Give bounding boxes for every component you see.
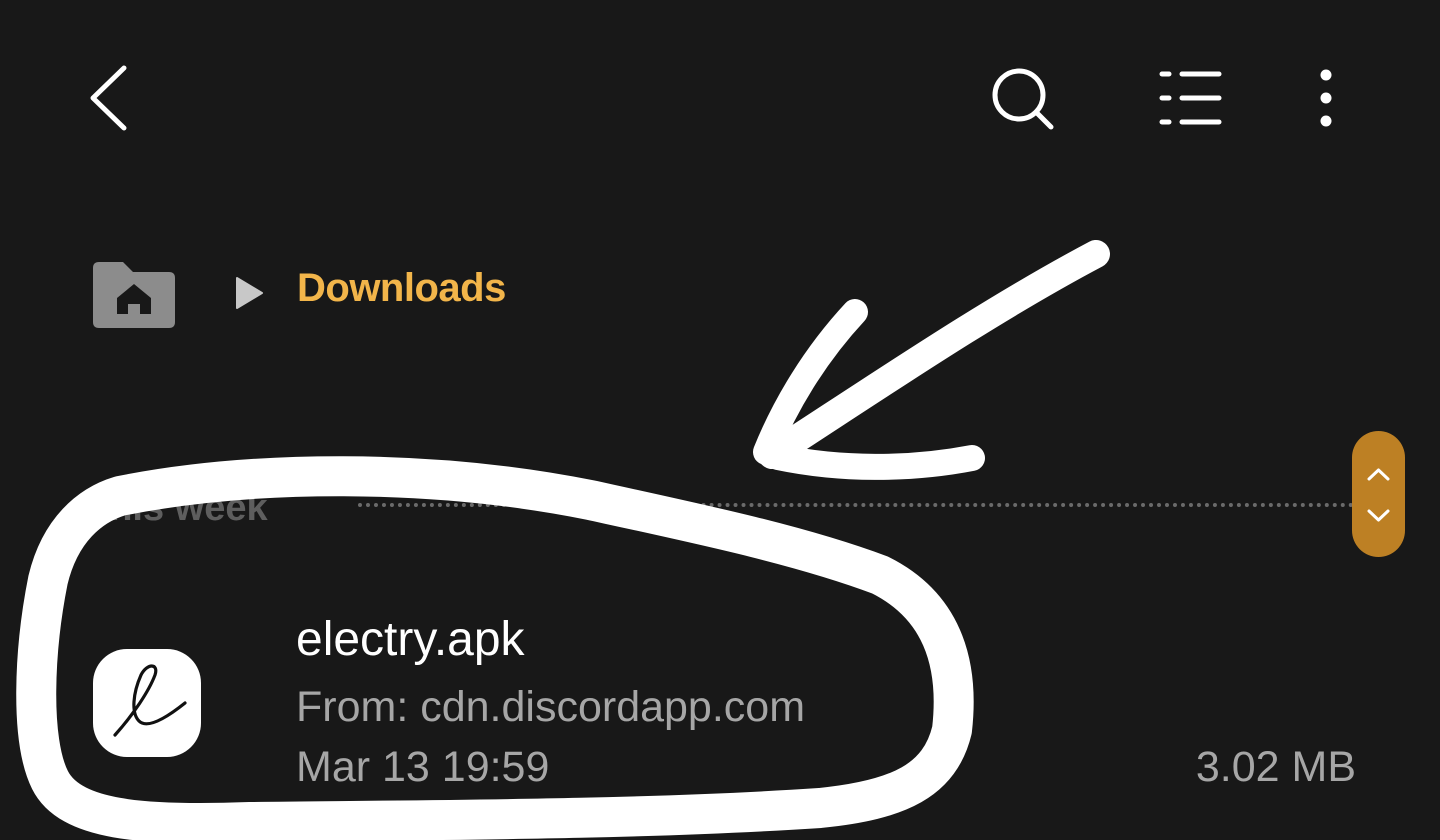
breadcrumb-separator bbox=[234, 276, 264, 310]
view-mode-button[interactable] bbox=[1156, 66, 1226, 130]
search-button[interactable] bbox=[988, 64, 1060, 136]
search-icon bbox=[992, 68, 1054, 130]
home-folder-icon bbox=[93, 262, 175, 328]
fast-scroll-handle[interactable] bbox=[1352, 431, 1405, 557]
file-source: From: cdn.discordapp.com bbox=[296, 683, 806, 731]
back-arrow-icon bbox=[90, 65, 127, 131]
home-folder-button[interactable] bbox=[93, 262, 175, 328]
chevron-up-icon bbox=[1367, 468, 1390, 481]
more-options-button[interactable] bbox=[1306, 66, 1346, 130]
play-arrow-icon bbox=[236, 277, 263, 309]
back-button[interactable] bbox=[80, 60, 140, 136]
section-header: This week bbox=[86, 487, 268, 529]
more-options-icon bbox=[1320, 69, 1332, 127]
chevron-down-icon bbox=[1367, 509, 1390, 522]
annotation-arrow-head-upper bbox=[753, 299, 868, 465]
electry-app-icon bbox=[93, 649, 201, 757]
file-name: electry.apk bbox=[296, 613, 525, 666]
file-size: 3.02 MB bbox=[1195, 743, 1356, 791]
annotation-arrow-shaft bbox=[758, 240, 1110, 469]
section-divider bbox=[358, 503, 1370, 507]
annotation-arrow-head-lower bbox=[765, 444, 985, 480]
file-date: Mar 13 19:59 bbox=[296, 743, 550, 791]
list-view-icon bbox=[1159, 71, 1222, 125]
breadcrumb-current[interactable]: Downloads bbox=[297, 266, 506, 311]
